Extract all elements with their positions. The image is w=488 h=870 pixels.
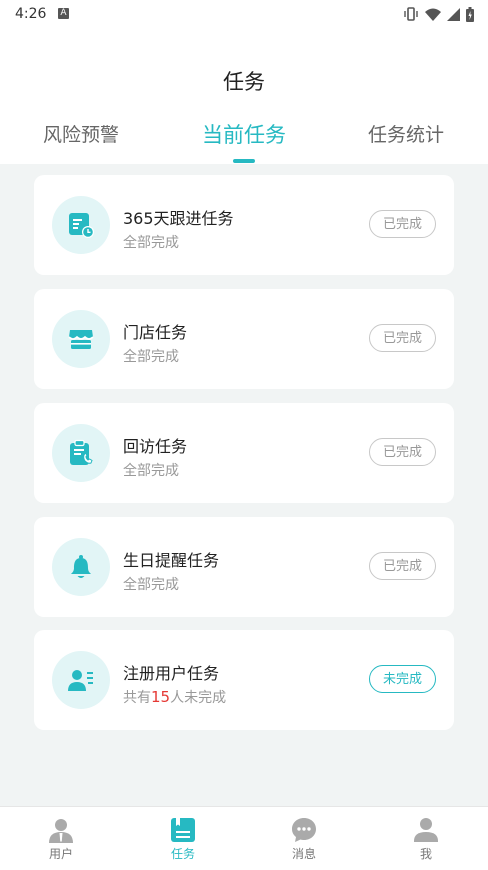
signal-icon (447, 7, 460, 21)
task-icon-circle (52, 538, 110, 596)
task-icon-circle (52, 424, 110, 482)
task-subtitle: 全部完成 (123, 463, 179, 479)
nav-label: 消息 (291, 847, 316, 861)
status-button[interactable]: 已完成 (369, 324, 436, 352)
task-name: 注册用户任务 (123, 664, 220, 683)
nav-item-message[interactable]: 消息 (274, 817, 334, 862)
notification-icon: A (58, 8, 69, 19)
task-icon-circle (52, 310, 110, 368)
subtitle-suffix: 人未完成 (170, 690, 227, 706)
task-icon-circle (52, 651, 110, 709)
task-card-store[interactable]: 门店任务 全部完成 已完成 (34, 289, 454, 389)
task-subtitle: 全部完成 (123, 349, 179, 365)
bell-icon (71, 555, 91, 578)
status-button[interactable]: 已完成 (369, 438, 436, 466)
status-time: 4:26 (15, 6, 47, 22)
subtitle-prefix: 共有 (123, 690, 151, 706)
tab-task-statistics[interactable]: 任务统计 (368, 120, 444, 147)
task-card-revisit[interactable]: 回访任务 全部完成 已完成 (34, 403, 454, 503)
status-button[interactable]: 已完成 (369, 552, 436, 580)
store-icon (68, 330, 94, 349)
clipboard-phone-icon (70, 439, 93, 465)
message-icon (292, 818, 316, 842)
tab-bar: 风险预警 当前任务 任务统计 (0, 114, 488, 164)
task-card-365-followup[interactable]: 365天跟进任务 全部完成 已完成 (34, 175, 454, 275)
tab-risk-warning[interactable]: 风险预警 (43, 120, 119, 147)
task-card-birthday[interactable]: 生日提醒任务 全部完成 已完成 (34, 517, 454, 617)
bottom-nav: 用户 任务 消息 我 (0, 806, 488, 870)
nav-label: 任务 (170, 847, 195, 861)
status-icons (403, 6, 474, 22)
user-icon (49, 819, 73, 843)
nav-item-me[interactable]: 我 (396, 817, 456, 862)
nav-label: 我 (419, 847, 432, 861)
task-name: 365天跟进任务 (123, 209, 234, 228)
tab-indicator (233, 159, 255, 163)
status-button[interactable]: 未完成 (369, 665, 436, 693)
task-name: 回访任务 (123, 437, 188, 456)
user-card-icon (68, 670, 93, 691)
task-subtitle: 全部完成 (123, 235, 179, 251)
status-bar: 4:26 A (0, 0, 488, 28)
vibrate-icon (404, 7, 418, 21)
nav-item-task[interactable]: 任务 (153, 817, 213, 862)
task-name: 门店任务 (123, 323, 188, 342)
task-card-registered-users[interactable]: 注册用户任务 共有15人未完成 未完成 (34, 630, 454, 730)
task-schedule-icon (69, 213, 94, 238)
nav-item-user[interactable]: 用户 (31, 817, 91, 862)
nav-label: 用户 (48, 847, 73, 861)
task-name: 生日提醒任务 (123, 551, 220, 570)
wifi-icon (425, 8, 441, 21)
status-button[interactable]: 已完成 (369, 210, 436, 238)
task-subtitle: 共有15人未完成 (123, 687, 226, 707)
page-title: 任务 (223, 70, 265, 94)
battery-icon (466, 6, 474, 22)
task-icon-circle (52, 196, 110, 254)
task-subtitle: 全部完成 (123, 577, 179, 593)
header-area: 4:26 A 任务 风险预警 当前任务 任务统计 (0, 0, 488, 164)
profile-icon (414, 818, 438, 842)
tab-current-tasks[interactable]: 当前任务 (202, 119, 286, 149)
incomplete-count: 15 (151, 688, 171, 706)
task-icon (171, 818, 195, 842)
